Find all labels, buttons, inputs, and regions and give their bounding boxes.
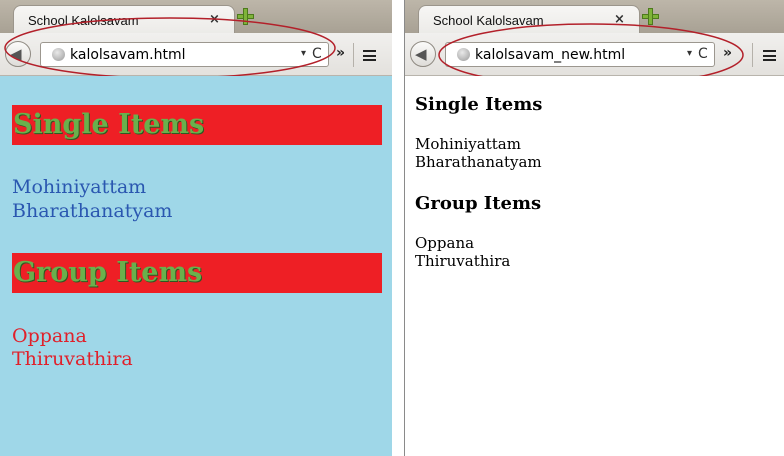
single-item-1: Mohiniyattam	[12, 176, 147, 198]
back-arrow-icon: ◀	[415, 45, 427, 63]
back-button[interactable]: ◀	[410, 41, 436, 67]
group-item-2: Thiruvathira	[415, 252, 511, 270]
tab-close-icon[interactable]: ×	[614, 12, 625, 27]
url-bar[interactable]: kalolsavam.html ▾ C	[40, 42, 329, 67]
browser-window-styled: School Kalolsavam × ◀ kalolsavam.html ▾ …	[0, 0, 392, 456]
group-items-heading: Group Items	[415, 193, 542, 214]
group-item-1: Oppana	[415, 234, 475, 252]
single-items-heading: Single Items	[12, 105, 382, 145]
group-items-heading: Group Items	[12, 253, 382, 293]
back-button[interactable]: ◀	[5, 41, 31, 67]
globe-icon	[457, 48, 470, 61]
tab-school-kalolsavam[interactable]: School Kalolsavam ×	[13, 5, 235, 33]
globe-icon	[52, 48, 65, 61]
single-item-1: Mohiniyattam	[415, 135, 521, 153]
page-content-plain: Single Items Mohiniyattam Bharathanatyam…	[405, 76, 784, 456]
group-item-2: Thiruvathira	[12, 348, 133, 370]
hamburger-menu-icon[interactable]	[363, 50, 376, 61]
browser-window-plain: School Kalolsavam × ◀ kalolsavam_new.htm…	[405, 0, 784, 456]
toolbar-overflow-icon[interactable]: »	[723, 45, 732, 61]
group-item-1: Oppana	[12, 325, 87, 347]
single-item-2: Bharathanatyam	[415, 153, 542, 171]
url-dropdown-icon[interactable]: ▾	[301, 48, 306, 59]
toolbar-overflow-icon[interactable]: »	[336, 45, 345, 61]
page-content-styled: Single Items Mohiniyattam Bharathanatyam…	[0, 76, 392, 456]
navigation-toolbar: ◀ kalolsavam_new.html ▾ C »	[405, 33, 784, 76]
url-dropdown-icon[interactable]: ▾	[687, 48, 692, 59]
single-items-heading: Single Items	[415, 94, 543, 115]
tab-strip: School Kalolsavam ×	[0, 0, 392, 33]
tab-school-kalolsavam[interactable]: School Kalolsavam ×	[418, 5, 640, 33]
url-bar[interactable]: kalolsavam_new.html ▾ C	[445, 42, 715, 67]
toolbar-separator	[353, 43, 354, 67]
navigation-toolbar: ◀ kalolsavam.html ▾ C »	[0, 33, 392, 76]
reload-icon[interactable]: C	[312, 46, 322, 62]
back-arrow-icon: ◀	[10, 45, 22, 63]
reload-icon[interactable]: C	[698, 46, 708, 62]
hamburger-menu-icon[interactable]	[763, 50, 776, 61]
new-tab-plus-icon[interactable]	[237, 8, 254, 25]
url-text: kalolsavam_new.html	[475, 47, 626, 63]
tab-close-icon[interactable]: ×	[209, 12, 220, 27]
tab-title: School Kalolsavam	[433, 13, 544, 28]
tab-strip: School Kalolsavam ×	[405, 0, 784, 33]
new-tab-plus-icon[interactable]	[642, 8, 659, 25]
tab-title: School Kalolsavam	[28, 13, 139, 28]
single-item-2: Bharathanatyam	[12, 200, 173, 222]
url-text: kalolsavam.html	[70, 47, 186, 63]
toolbar-separator	[752, 43, 753, 67]
